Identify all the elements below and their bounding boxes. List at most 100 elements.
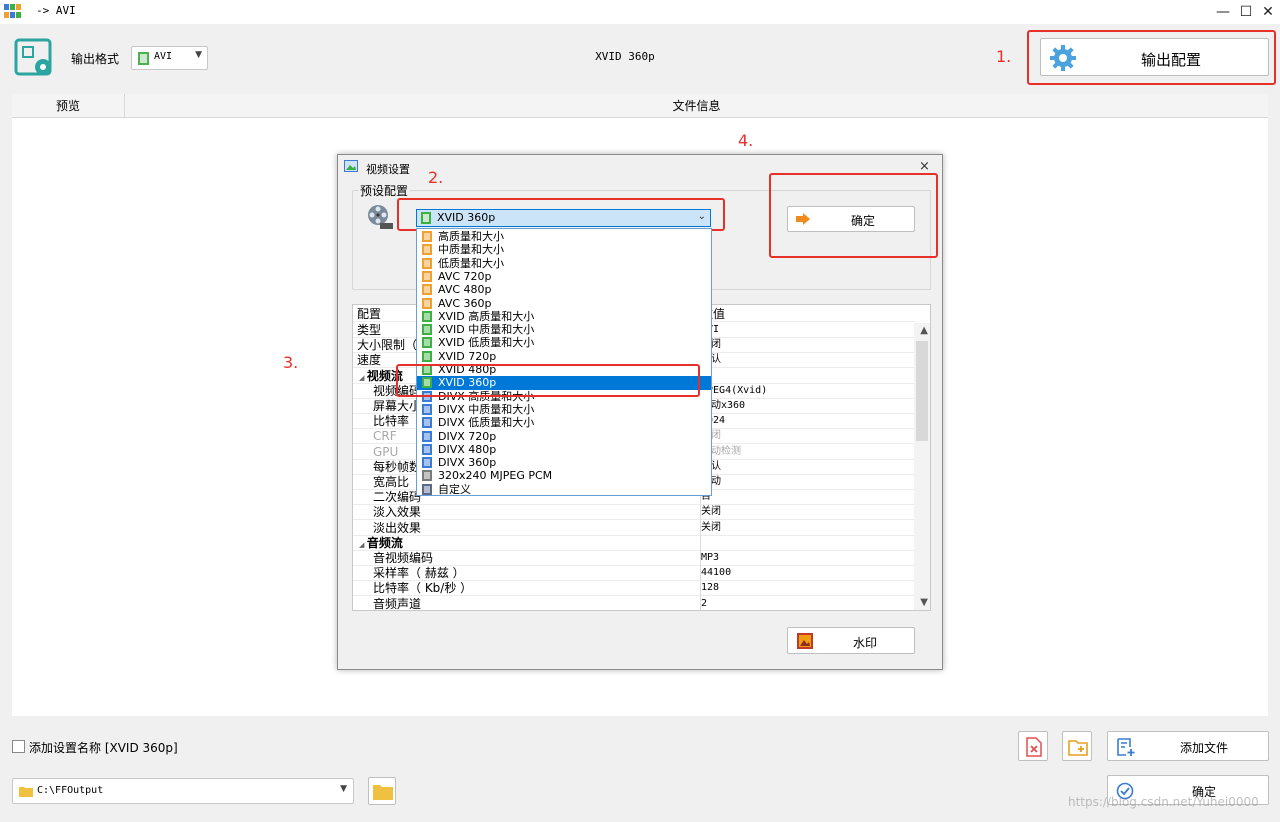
output-format-value: AVI xyxy=(154,51,173,62)
preset-option-label: DIVX 360p xyxy=(438,456,497,470)
grid-row[interactable]: 音频声道 2 xyxy=(353,597,915,610)
output-format-select[interactable]: AVI ▼ xyxy=(131,46,208,70)
dialog-close-button[interactable]: × xyxy=(919,159,930,174)
film-icon xyxy=(422,443,432,455)
annotation-box-1 xyxy=(1027,30,1276,85)
maximize-button[interactable]: ☐ xyxy=(1235,2,1257,22)
preset-option-label: XVID 高质量和大小 xyxy=(438,309,535,323)
add-folder-button[interactable] xyxy=(1062,731,1092,761)
watermark-button[interactable]: 水印 xyxy=(787,627,915,654)
grid-row-key: 采样率（ 赫兹 ） xyxy=(373,566,465,581)
film-icon xyxy=(422,257,432,269)
film-icon xyxy=(422,470,432,482)
film-icon xyxy=(422,231,432,242)
image-icon xyxy=(797,633,813,649)
grid-row-value: 默认 xyxy=(701,460,911,474)
annotation-box-2 xyxy=(397,198,725,231)
preset-option[interactable]: DIVX 480p xyxy=(417,443,711,456)
preset-option-label: DIVX 720p xyxy=(438,429,497,443)
close-button[interactable]: ✕ xyxy=(1257,2,1279,22)
add-file-button[interactable]: 添加文件 xyxy=(1107,731,1269,761)
grid-row-value: 默认 xyxy=(701,353,911,367)
film-icon xyxy=(422,324,432,336)
preset-option-label: DIVX 480p xyxy=(438,442,497,456)
scroll-down-arrow-icon[interactable]: ▼ xyxy=(920,597,928,608)
preset-option[interactable]: 中质量和大小 xyxy=(417,243,711,256)
preset-option[interactable]: AVC 480p xyxy=(417,283,711,296)
grid-row-value: 自动 xyxy=(701,475,911,489)
grid-section-title: 音频流 xyxy=(366,535,403,550)
preset-option-label: AVC 720p xyxy=(438,269,492,283)
preset-option-label: DIVX 中质量和大小 xyxy=(438,402,535,416)
grid-row-value: 1024 xyxy=(701,415,726,427)
film-icon xyxy=(422,337,432,349)
grid-scroll-thumb[interactable] xyxy=(916,341,928,441)
grid-row-value: 44100 xyxy=(701,567,732,579)
column-preview[interactable]: 预览 xyxy=(12,94,125,118)
grid-row[interactable]: 音视频编码 MP3 xyxy=(353,551,915,566)
annotation-box-4 xyxy=(769,173,938,258)
preset-option-label: 高质量和大小 xyxy=(438,230,504,243)
scroll-up-arrow-icon[interactable]: ▲ xyxy=(920,325,928,336)
browse-folder-button[interactable] xyxy=(368,777,396,805)
annotation-1: 1. xyxy=(996,47,1012,66)
grid-row[interactable]: 采样率（ 赫兹 ） 44100 xyxy=(353,566,915,582)
preset-option[interactable]: AVC 720p xyxy=(417,270,711,283)
film-icon xyxy=(422,270,432,282)
grid-row-key: 音视频编码 xyxy=(373,551,434,565)
preset-option-label: DIVX 低质量和大小 xyxy=(438,416,535,430)
grid-row-key: 淡入效果 xyxy=(373,505,422,520)
preset-option-label: 低质量和大小 xyxy=(438,256,504,270)
preset-option-label: 320x240 MJPEG PCM xyxy=(438,469,553,483)
preset-option[interactable]: AVC 360p xyxy=(417,297,711,310)
grid-row[interactable]: 淡出效果 关闭 xyxy=(353,521,915,536)
grid-row-value: 否 xyxy=(701,491,711,503)
column-file-info[interactable]: 文件信息 xyxy=(125,94,1268,118)
add-preset-name-label: 添加设置名称 [XVID 360p] xyxy=(29,741,178,755)
grid-row-value: 自动检测 xyxy=(701,445,741,457)
preset-group-label: 预设配置 xyxy=(358,182,411,199)
preset-option[interactable]: DIVX 中质量和大小 xyxy=(417,403,711,416)
preset-option[interactable]: 低质量和大小 xyxy=(417,257,711,270)
preset-option[interactable]: DIVX 360p xyxy=(417,456,711,469)
app-small-icon xyxy=(4,4,21,18)
preset-option-label: XVID 低质量和大小 xyxy=(438,336,535,350)
grid-header-value: 数值 xyxy=(701,307,726,321)
grid-row[interactable]: ◢ 音频流 xyxy=(353,536,915,551)
preset-option[interactable]: 320x240 MJPEG PCM xyxy=(417,469,711,482)
preset-option[interactable]: DIVX 720p xyxy=(417,430,711,443)
output-directory-select[interactable]: C:\FFOutput ▼ xyxy=(12,778,354,804)
preset-option[interactable]: XVID 中质量和大小 xyxy=(417,323,711,336)
preset-option[interactable]: XVID 高质量和大小 xyxy=(417,310,711,323)
grid-row-key: 比特率（ Kb/秒 ） xyxy=(373,581,473,596)
page-watermark: https://blog.csdn.net/Yuhei0000 xyxy=(1068,795,1259,809)
minimize-button[interactable]: — xyxy=(1212,2,1234,22)
collapse-triangle-icon[interactable]: ◢ xyxy=(359,374,367,382)
preset-dropdown-list[interactable]: 高质量和大小 中质量和大小 低质量和大小 AVC 720p AVC 480p AVC 36… xyxy=(416,228,712,496)
grid-row[interactable]: 比特率（ Kb/秒 ） 128 xyxy=(353,581,915,597)
preset-option[interactable]: 高质量和大小 xyxy=(417,230,711,243)
film-icon xyxy=(422,430,432,442)
chevron-down-icon: ▼ xyxy=(195,50,202,60)
preset-option[interactable]: DIVX 低质量和大小 xyxy=(417,416,711,429)
remove-file-button[interactable] xyxy=(1018,731,1048,761)
grid-row-value: 关闭 xyxy=(701,429,911,443)
preset-option[interactable]: 自定义 xyxy=(417,483,711,495)
grid-row-value: 2 xyxy=(701,597,708,609)
collapse-triangle-icon[interactable]: ◢ xyxy=(359,541,367,549)
grid-row[interactable]: 淡入效果 关闭 xyxy=(353,505,915,521)
grid-row-value: 关闭 xyxy=(701,521,721,533)
grid-row-value: 自动x360 xyxy=(701,400,746,411)
preset-option[interactable]: XVID 720p xyxy=(417,350,711,363)
output-directory-value: C:\FFOutput xyxy=(37,785,104,796)
grid-row-value: 128 xyxy=(701,582,720,594)
grid-row-value: 关闭 xyxy=(701,338,911,352)
output-format-label: 输出格式 xyxy=(71,52,120,66)
preset-option[interactable]: XVID 低质量和大小 xyxy=(417,336,711,349)
app-logo-icon xyxy=(14,38,52,76)
grid-row-value: 关闭 xyxy=(701,506,721,518)
current-preset-label: XVID 360p xyxy=(595,50,655,63)
add-preset-name-checkbox[interactable] xyxy=(12,740,25,753)
file-remove-icon xyxy=(1026,737,1042,757)
film-reel-icon xyxy=(368,205,393,229)
